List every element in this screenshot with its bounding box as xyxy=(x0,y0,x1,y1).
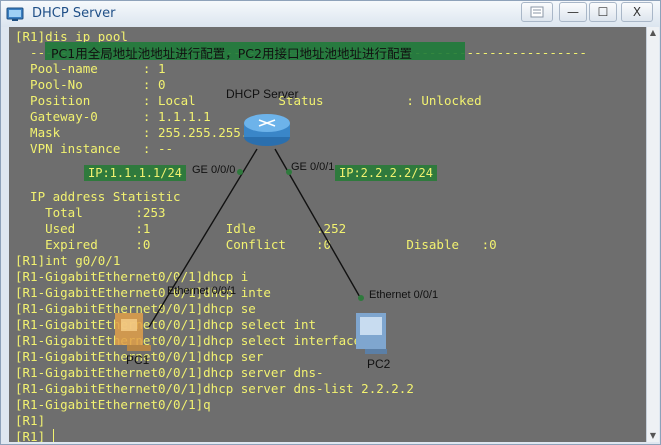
pc2-label: PC2 xyxy=(367,357,391,371)
port-left-label: GE 0/0/0 xyxy=(192,164,236,176)
settings-button[interactable] xyxy=(521,2,553,22)
terminal-console[interactable]: [R1]dis ip pool ------------------------… xyxy=(9,27,646,442)
dhcp-server-window: DHCP Server — ☐ X [R1]dis ip pool ------… xyxy=(0,0,661,445)
scroll-down-arrow-icon[interactable]: ▼ xyxy=(647,430,659,442)
pc2-port-label: Ethernet 0/0/1 xyxy=(369,289,439,301)
pc1-icon xyxy=(115,313,151,351)
router-label: DHCP Server xyxy=(226,87,299,101)
ip-right-box: IP:2.2.2.2/24 xyxy=(335,165,437,181)
settings-icon xyxy=(530,6,544,18)
port-dot-pc2 xyxy=(358,295,364,301)
pc1-port-label: Ethernet 0/0/1 xyxy=(167,285,237,297)
vertical-scrollbar[interactable]: ▲ ▼ xyxy=(646,27,659,442)
text-cursor xyxy=(53,429,54,442)
pc2-icon xyxy=(356,313,387,354)
window-title: DHCP Server xyxy=(32,6,116,21)
topology-diagram xyxy=(115,114,387,354)
port-dot-left xyxy=(237,169,243,175)
app-icon xyxy=(6,7,24,21)
title-bar[interactable]: DHCP Server — ☐ X xyxy=(1,1,660,27)
maximize-button[interactable]: ☐ xyxy=(589,2,617,22)
minimize-button[interactable]: — xyxy=(559,2,587,22)
scroll-up-arrow-icon[interactable]: ▲ xyxy=(647,27,659,39)
router-icon xyxy=(244,114,290,146)
pc1-label: PC1 xyxy=(126,353,150,367)
port-right-label: GE 0/0/1 xyxy=(291,161,335,173)
close-button[interactable]: X xyxy=(621,2,653,22)
ip-left-box: IP:1.1.1.1/24 xyxy=(84,165,186,181)
